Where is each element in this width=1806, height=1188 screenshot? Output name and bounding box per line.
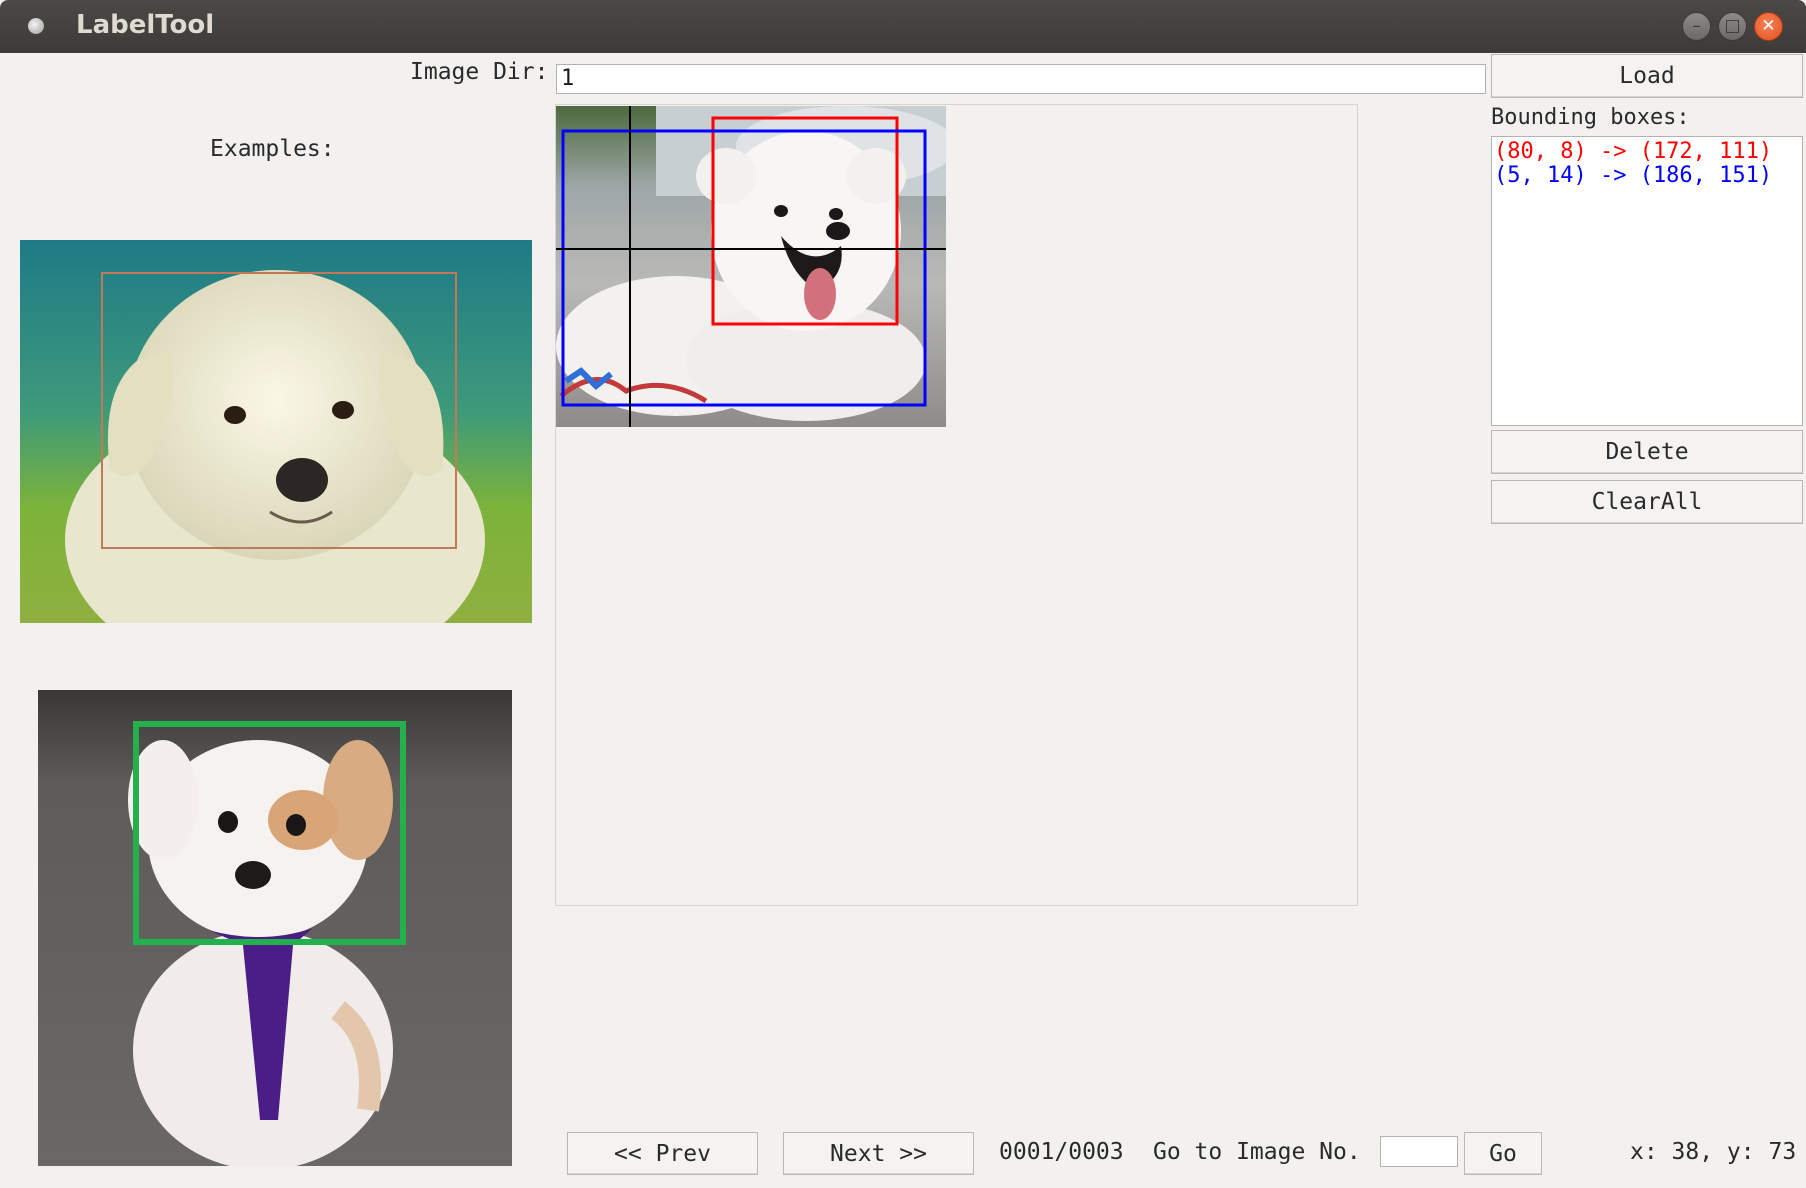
go-button[interactable]: Go — [1464, 1132, 1542, 1175]
app-menu-icon[interactable] — [28, 18, 44, 34]
title-bar: LabelTool – □ ✕ — [0, 0, 1806, 53]
next-button[interactable]: Next >> — [783, 1132, 974, 1175]
goto-image-input[interactable] — [1380, 1136, 1458, 1167]
prev-button[interactable]: << Prev — [567, 1132, 758, 1175]
current-image[interactable] — [556, 106, 946, 427]
window-title: LabelTool — [76, 10, 215, 40]
examples-label: Examples: — [210, 136, 335, 162]
image-dir-label: Image Dir: — [410, 59, 549, 85]
load-button[interactable]: Load — [1491, 54, 1803, 98]
cursor-position-label: x: 38, y: 73 — [1630, 1139, 1797, 1165]
clear-all-button[interactable]: ClearAll — [1491, 480, 1803, 524]
bbox-list-item[interactable]: (5, 14) -> (186, 151) — [1494, 164, 1802, 188]
delete-button[interactable]: Delete — [1491, 430, 1803, 474]
example-image-1 — [20, 240, 532, 623]
maximize-icon[interactable]: □ — [1718, 12, 1747, 41]
image-dir-input[interactable]: 1 — [556, 64, 1486, 94]
close-icon[interactable]: ✕ — [1754, 12, 1783, 41]
example-image-2 — [38, 690, 512, 1166]
progress-label: 0001/0003 — [999, 1139, 1124, 1165]
bounding-boxes-label: Bounding boxes: — [1491, 105, 1690, 130]
bounding-box-list[interactable]: (80, 8) -> (172, 111) (5, 14) -> (186, 1… — [1491, 136, 1803, 426]
main-window: Image Dir: 1 Load Examples: Bounding box… — [0, 53, 1806, 1188]
goto-label: Go to Image No. — [1153, 1139, 1361, 1165]
bbox-list-item[interactable]: (80, 8) -> (172, 111) — [1494, 140, 1802, 164]
minimize-icon[interactable]: – — [1682, 12, 1711, 41]
